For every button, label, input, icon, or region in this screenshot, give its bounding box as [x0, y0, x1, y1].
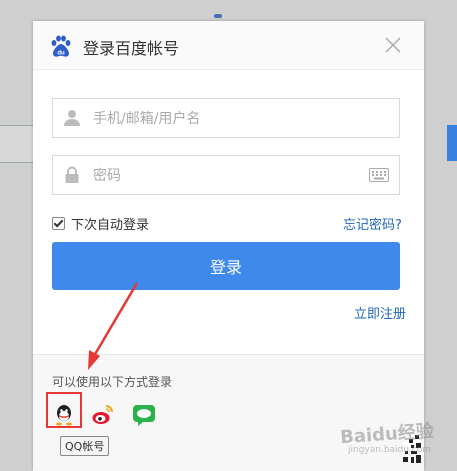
- dialog-header: du 登录百度帐号: [33, 21, 424, 70]
- background-dot: [214, 14, 222, 18]
- login-button[interactable]: 登录: [52, 242, 400, 290]
- keyboard-icon[interactable]: [369, 168, 389, 182]
- username-input[interactable]: [91, 99, 365, 139]
- username-field[interactable]: [52, 98, 400, 139]
- watermark-url: jingyan.baidu.com: [348, 445, 432, 455]
- checkbox-checked-icon[interactable]: [52, 217, 65, 230]
- password-field[interactable]: [52, 155, 400, 196]
- register-link[interactable]: 立即注册: [354, 303, 406, 322]
- svg-text:du: du: [57, 51, 65, 57]
- user-icon: [64, 110, 80, 126]
- login-dialog: du 登录百度帐号 下次自动登录 忘记密码?: [33, 21, 424, 471]
- dialog-title: 登录百度帐号: [83, 39, 180, 58]
- password-input[interactable]: [91, 156, 365, 196]
- wechat-icon[interactable]: [132, 403, 156, 427]
- other-login-label: 可以使用以下方式登录: [52, 375, 173, 389]
- remember-me-checkbox[interactable]: 下次自动登录: [52, 214, 149, 233]
- background-accent: [447, 125, 457, 161]
- background-bar: [0, 125, 33, 163]
- baidu-paw-logo-icon: du: [51, 35, 71, 57]
- weibo-icon[interactable]: [91, 403, 115, 427]
- forgot-password-link[interactable]: 忘记密码?: [343, 214, 402, 233]
- lock-icon: [65, 166, 79, 183]
- qq-icon[interactable]: [52, 403, 76, 427]
- qq-tooltip: QQ帐号: [60, 436, 110, 456]
- close-icon[interactable]: [385, 37, 401, 53]
- remember-me-label: 下次自动登录: [71, 218, 150, 233]
